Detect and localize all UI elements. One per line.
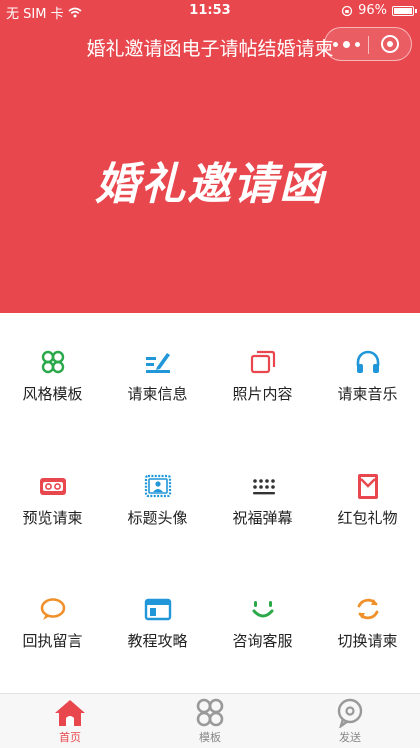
tape-icon: [39, 478, 66, 495]
menu-item-switch-invitation[interactable]: 切换请柬: [315, 594, 420, 654]
tab-label: 模板: [199, 731, 221, 744]
menu-item-label: 请柬音乐: [337, 385, 398, 403]
red-envelope-icon: [357, 474, 378, 499]
tab-home[interactable]: 首页: [0, 694, 140, 748]
battery-icon: [392, 5, 417, 16]
refresh-icon: [357, 598, 378, 620]
menu-item-tutorial-guide[interactable]: 教程攻略: [105, 594, 210, 654]
four-leaf-icon: [196, 698, 224, 727]
menu-item-style-template[interactable]: 风格模板: [0, 347, 105, 407]
status-bar: 无 SIM 卡 11:53 96%: [0, 0, 420, 22]
function-grid: 风格模板 请柬信息 照片内容 请柬音乐 预览请柬 标题头像 祝福弹幕 红包礼物 …: [0, 313, 420, 693]
tab-label: 首页: [59, 731, 81, 744]
battery-percent: 96%: [358, 3, 387, 18]
status-right: 96%: [341, 3, 417, 18]
menu-item-label: 红包礼物: [337, 509, 398, 527]
menu-item-label: 标题头像: [127, 509, 188, 527]
menu-item-label: 切换请柬: [337, 632, 398, 650]
menu-item-preview-invitation[interactable]: 预览请柬: [0, 471, 105, 531]
menu-item-rsvp-message[interactable]: 回执留言: [0, 594, 105, 654]
capsule-divider: [368, 36, 369, 54]
hero-banner: 婚礼邀请函电子请帖结婚请柬 婚礼邀请函: [0, 0, 420, 313]
browser-window-icon: [144, 598, 171, 621]
menu-item-label: 预览请柬: [22, 509, 83, 527]
menu-item-photo-content[interactable]: 照片内容: [210, 347, 315, 407]
close-mini-program-icon[interactable]: [381, 35, 399, 53]
menu-item-label: 教程攻略: [127, 632, 188, 650]
four-leaf-icon: [41, 350, 64, 374]
menu-item-customer-service[interactable]: 咨询客服: [210, 594, 315, 654]
menu-item-invitation-music[interactable]: 请柬音乐: [315, 347, 420, 407]
tab-label: 发送: [339, 731, 361, 744]
menu-item-label: 咨询客服: [232, 632, 293, 650]
send-bubble-icon: [337, 698, 363, 728]
menu-item-label: 照片内容: [232, 385, 293, 403]
speech-bubble-icon: [40, 598, 65, 620]
bottom-tab-bar: 首页 模板 发送: [0, 693, 420, 748]
banner-title: 婚礼邀请函: [95, 159, 325, 210]
menu-item-invitation-info[interactable]: 请柬信息: [105, 347, 210, 407]
menu-item-label: 祝福弹幕: [232, 509, 293, 527]
tab-templates[interactable]: 模板: [140, 694, 280, 748]
home-icon: [55, 700, 85, 726]
menu-item-label: 风格模板: [22, 385, 83, 403]
menu-item-red-packet-gift[interactable]: 红包礼物: [315, 471, 420, 531]
menu-item-label: 回执留言: [22, 632, 83, 650]
mini-program-capsule: [324, 27, 412, 61]
tab-send[interactable]: 发送: [280, 694, 420, 748]
orientation-lock-icon: [341, 5, 353, 16]
photos-icon: [250, 350, 275, 374]
headphones-icon: [356, 350, 379, 373]
portrait-icon: [144, 474, 171, 498]
edit-info-icon: [145, 353, 170, 373]
dots-grid-icon: [252, 479, 275, 495]
menu-item-label: 请柬信息: [127, 385, 188, 403]
menu-item-title-avatar[interactable]: 标题头像: [105, 471, 210, 531]
smile-icon: [252, 601, 273, 618]
menu-item-blessing-barrage[interactable]: 祝福弹幕: [210, 471, 315, 531]
more-icon[interactable]: [333, 41, 363, 48]
